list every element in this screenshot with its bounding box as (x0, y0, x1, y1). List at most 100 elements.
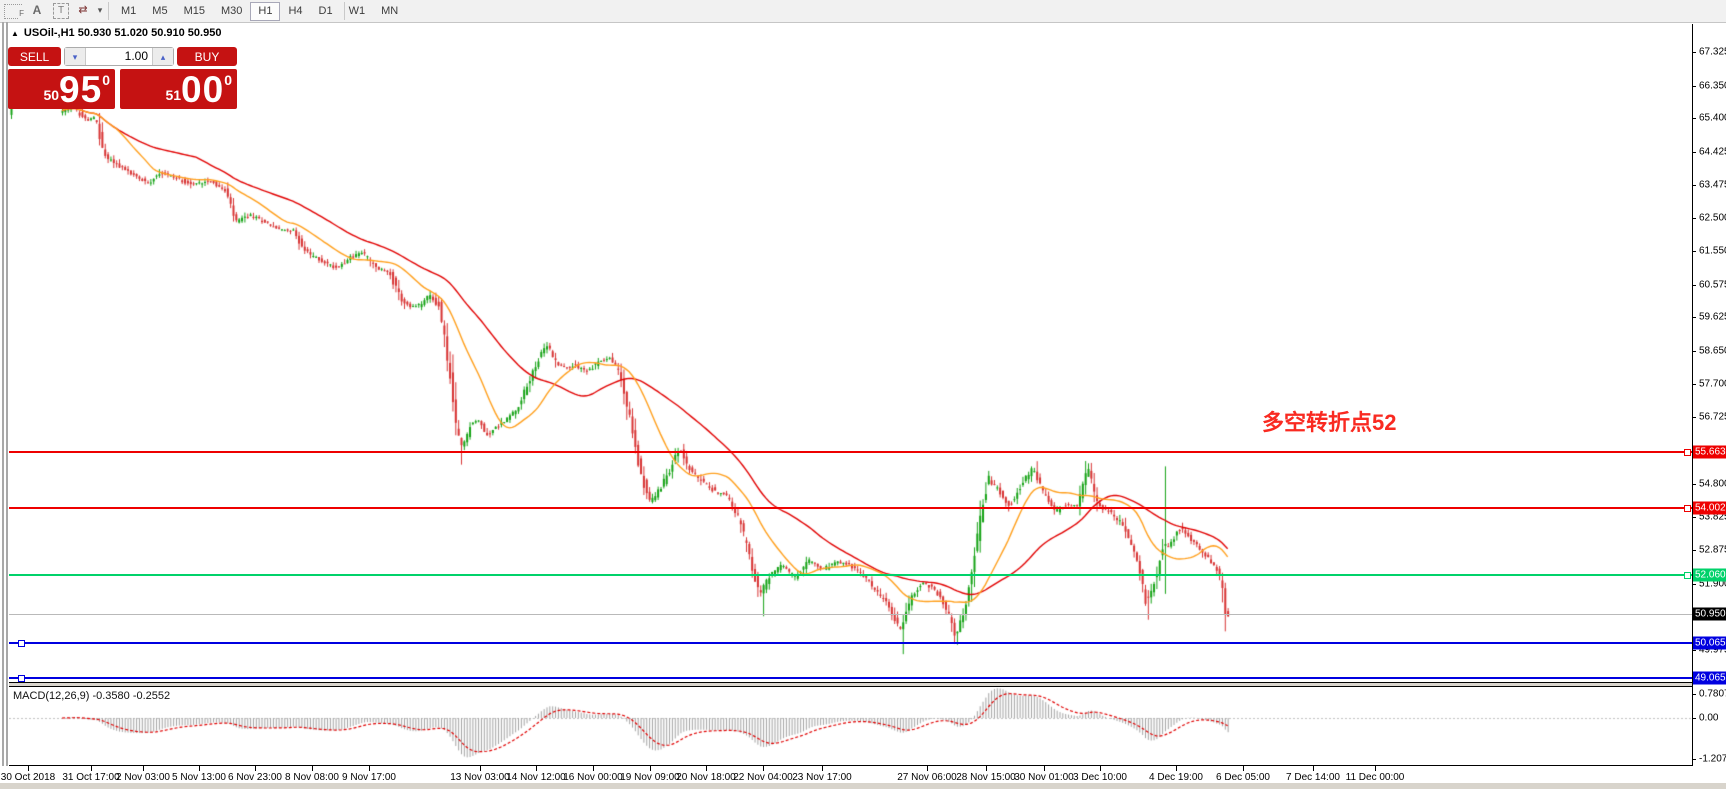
hline-handle[interactable] (18, 640, 25, 647)
time-tick (1313, 766, 1314, 771)
macd-tick (1692, 718, 1696, 719)
price-tick (1692, 351, 1696, 352)
time-tick (91, 766, 92, 771)
grid-f-glyph: F (18, 5, 25, 22)
price-axis[interactable]: 67.32566.35065.40064.42563.47562.50061.5… (1692, 24, 1726, 766)
price-tick (1692, 285, 1696, 286)
time-tick-label: 22 Nov 04:00 (733, 772, 793, 783)
volume-input[interactable]: 1.00 (86, 48, 152, 65)
one-click-trading-panel: SELL ▾ 1.00 ▴ BUY 50 95 0 51 00 0 (8, 45, 237, 109)
hline-handle[interactable] (1684, 505, 1691, 512)
macd-tick-label: 0.00 (1699, 713, 1718, 724)
toolbar-separator (344, 2, 345, 20)
timeframe-button-mn[interactable]: MN (373, 2, 406, 21)
time-tick-label: 6 Dec 05:00 (1216, 772, 1270, 783)
hline-50.065[interactable] (9, 642, 1692, 644)
sell-button[interactable]: SELL (8, 47, 61, 66)
time-tick-label: 30 Oct 2018 (1, 772, 55, 783)
timeframe-button-h1[interactable]: H1 (250, 2, 280, 21)
time-tick (312, 766, 313, 771)
price-tick (1692, 484, 1696, 485)
timeframe-button-m15[interactable]: M15 (176, 2, 213, 21)
macd-tick (1692, 759, 1696, 760)
indicator-grid-icon[interactable]: F (4, 4, 22, 19)
hline-52.060[interactable] (9, 574, 1692, 576)
macd-tick-label: -1.2078 (1699, 754, 1726, 765)
time-tick (255, 766, 256, 771)
volume-increase-button[interactable]: ▴ (152, 48, 173, 65)
price-chart-canvas[interactable] (9, 24, 1692, 682)
time-tick-label: 14 Nov 12:00 (506, 772, 566, 783)
time-tick-label: 9 Nov 17:00 (342, 772, 396, 783)
time-tick (369, 766, 370, 771)
price-tick (1692, 185, 1696, 186)
time-tick-label: 23 Nov 17:00 (792, 772, 852, 783)
window-border (0, 22, 1726, 23)
price-tag: 50.950 (1693, 608, 1726, 621)
price-tick (1692, 317, 1696, 318)
time-tick (822, 766, 823, 771)
window-left-edge (6, 22, 8, 789)
chevron-down-icon[interactable]: ▾ (95, 2, 105, 19)
time-tick (1176, 766, 1177, 771)
window-bottom-edge (0, 783, 1726, 789)
time-tick-label: 28 Nov 15:00 (956, 772, 1016, 783)
hline-handle[interactable] (18, 675, 25, 682)
timeframe-button-m1[interactable]: M1 (113, 2, 144, 21)
price-tick (1692, 52, 1696, 53)
time-tick (1044, 766, 1045, 771)
timeframe-button-m5[interactable]: M5 (144, 2, 175, 21)
buy-price-panel[interactable]: 51 00 0 (120, 69, 237, 109)
sell-price-pip: 0 (102, 69, 110, 88)
hline-49.065[interactable] (9, 677, 1692, 679)
timeframe-button-d1[interactable]: D1 (311, 2, 341, 21)
time-tick (927, 766, 928, 771)
macd-tick-label: 0.7807 (1699, 689, 1726, 700)
sell-price-main: 95 (59, 71, 102, 108)
price-tick-label: 60.575 (1699, 279, 1726, 290)
time-tick (1243, 766, 1244, 771)
sell-price-panel[interactable]: 50 95 0 (8, 69, 115, 109)
hline-handle[interactable] (1684, 572, 1691, 579)
timeframe-button-m30[interactable]: M30 (213, 2, 250, 21)
macd-tick (1692, 694, 1696, 695)
macd-canvas[interactable] (9, 687, 1692, 765)
text-label-icon[interactable]: A (30, 2, 44, 19)
collapse-triangle-icon[interactable]: ▲ (11, 29, 19, 38)
time-tick-label: 16 Nov 00:00 (563, 772, 623, 783)
time-tick (199, 766, 200, 771)
time-tick-label: 13 Nov 03:00 (450, 772, 510, 783)
price-tick (1692, 517, 1696, 518)
text-box-icon[interactable]: T (53, 3, 69, 19)
time-tick-label: 6 Nov 23:00 (228, 772, 282, 783)
buy-price-handle: 51 (165, 87, 181, 109)
volume-decrease-button[interactable]: ▾ (65, 48, 86, 65)
hline-54.002[interactable] (9, 507, 1692, 509)
price-tick-label: 61.550 (1699, 246, 1726, 257)
timeframe-button-w1[interactable]: W1 (341, 2, 374, 21)
current-price-line (9, 614, 1692, 615)
time-tick (480, 766, 481, 771)
toolbar-separator (108, 2, 109, 20)
time-tick-label: 11 Dec 00:00 (1346, 772, 1405, 783)
time-tick (593, 766, 594, 771)
time-tick-label: 27 Nov 06:00 (897, 772, 957, 783)
price-tag: 54.002 (1693, 502, 1726, 515)
hline-handle[interactable] (1684, 449, 1691, 456)
window-left-edge (2, 22, 4, 789)
timeframe-button-h4[interactable]: H4 (280, 2, 310, 21)
time-tick (28, 766, 29, 771)
price-tick (1692, 417, 1696, 418)
toolbar: F A T ⇄ ▾ M1M5M15M30H1H4D1W1MN (0, 0, 1726, 23)
arrows-icon[interactable]: ⇄ (74, 2, 92, 19)
symbol-ohlc-title: USOil-,H1 50.930 51.020 50.910 50.950 (24, 27, 222, 39)
time-tick (1100, 766, 1101, 771)
time-tick-label: 19 Nov 09:00 (620, 772, 680, 783)
time-tick (143, 766, 144, 771)
buy-button[interactable]: BUY (177, 47, 237, 66)
trend-annotation: 多空转折点52 (1262, 405, 1396, 437)
volume-stepper: ▾ 1.00 ▴ (64, 47, 174, 66)
price-tick-label: 66.350 (1699, 80, 1726, 91)
hline-55.663[interactable] (9, 451, 1692, 453)
time-tick-label: 8 Nov 08:00 (285, 772, 339, 783)
